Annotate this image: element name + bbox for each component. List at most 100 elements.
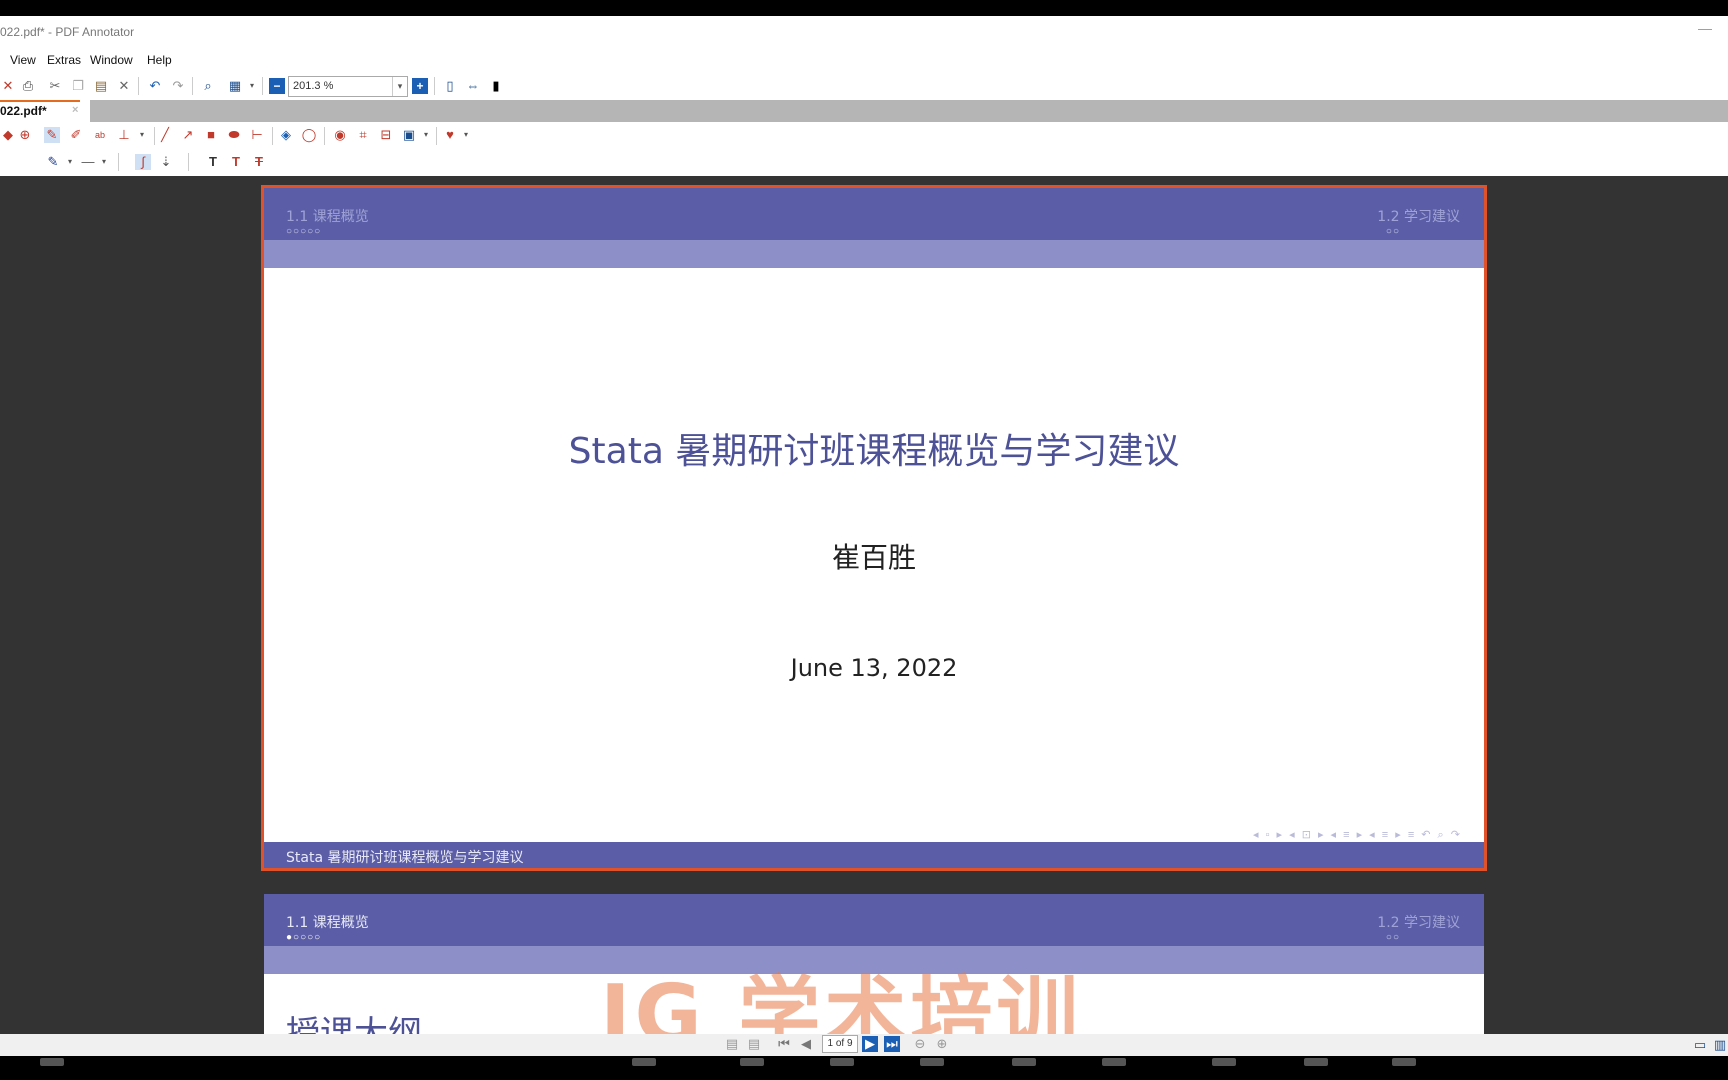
forward-icon[interactable]: ⊕ <box>934 1036 950 1052</box>
taskbar-app-icon[interactable] <box>920 1058 944 1066</box>
fit-page-icon[interactable]: ▯ <box>442 78 458 94</box>
snap-icon[interactable]: ⇣ <box>158 154 174 170</box>
favorites-heart-icon[interactable]: ♥ <box>442 127 458 143</box>
zoom-in-icon[interactable]: + <box>412 78 428 94</box>
document-tab[interactable]: 022.pdf* × <box>0 100 90 122</box>
cut-icon[interactable]: ✂ <box>47 78 63 94</box>
slide-footer: Stata 暑期研讨班课程概览与学习建议 <box>264 842 1484 868</box>
section-right-dots[interactable]: ○○ <box>1386 932 1400 943</box>
paste-icon[interactable]: ▤ <box>93 78 109 94</box>
line-width-icon[interactable]: — <box>80 154 96 170</box>
insert-image-icon[interactable]: ▣ <box>401 127 417 143</box>
pen-icon[interactable]: ✎ <box>44 127 60 143</box>
section-right[interactable]: 1.2 学习建议 <box>1377 912 1460 932</box>
close-icon[interactable]: × <box>72 104 78 116</box>
textbox-icon[interactable]: ab <box>92 127 108 143</box>
fullscreen-icon[interactable]: ▮ <box>488 78 504 94</box>
menu-window[interactable]: Window <box>90 53 133 67</box>
chevron-down-icon[interactable]: ▾ <box>134 127 150 143</box>
line-icon[interactable]: ╱ <box>157 127 173 143</box>
screen-top-bar <box>0 0 1728 16</box>
crop-icon[interactable]: ⌗ <box>355 127 371 143</box>
menu-extras[interactable]: Extras <box>47 53 81 67</box>
highlighter-icon[interactable]: ✐ <box>68 127 84 143</box>
prev-page-icon[interactable]: ◀ <box>798 1036 814 1052</box>
taskbar-app-icon[interactable] <box>740 1058 764 1066</box>
arrow-icon[interactable]: ↗ <box>180 127 196 143</box>
taskbar-app-icon[interactable] <box>40 1058 64 1066</box>
close-doc-icon[interactable]: ✕ <box>0 78 16 94</box>
chevron-down-icon[interactable]: ▾ <box>418 127 434 143</box>
slide-footer-text: Stata 暑期研讨班课程概览与学习建议 <box>286 850 524 866</box>
page-icon[interactable]: ▤ <box>746 1036 762 1052</box>
section-left[interactable]: 1.1 课程概览 <box>286 912 369 932</box>
fit-width-icon[interactable]: ⇔ <box>465 78 481 94</box>
camera-icon[interactable]: ◉ <box>332 127 348 143</box>
menu-view[interactable]: View <box>10 53 36 67</box>
slide-header: 1.1 课程概览 ○○○○○ 1.2 学习建议 ○○ <box>264 188 1484 240</box>
taskbar-app-icon[interactable] <box>830 1058 854 1066</box>
pen-color-icon[interactable]: ✎ <box>45 154 61 170</box>
document-viewport[interactable]: 1.1 课程概览 ○○○○○ 1.2 学习建议 ○○ Stata 暑期研讨班课程… <box>0 176 1728 1034</box>
beamer-navigation-symbols[interactable]: ◂ ▫ ▸ ◂ ⊡ ▸ ◂ ≡ ▸ ◂ ≡ ▸ ≡ ↶ ⌕ ↷ <box>1253 828 1462 842</box>
page-number-field[interactable]: 1 of 9 <box>822 1035 858 1053</box>
document-tab-label: 022.pdf* <box>0 104 47 118</box>
delete-icon[interactable]: ✕ <box>116 78 132 94</box>
section-right-dots[interactable]: ○○ <box>1386 226 1400 237</box>
section-right[interactable]: 1.2 学习建议 <box>1377 206 1460 226</box>
chevron-down-icon[interactable]: ▾ <box>458 127 474 143</box>
slide-page-1[interactable]: 1.1 课程概览 ○○○○○ 1.2 学习建议 ○○ Stata 暑期研讨班课程… <box>261 185 1487 871</box>
copy-icon[interactable]: ❐ <box>70 78 86 94</box>
slide-subheader <box>264 240 1484 268</box>
measure-icon[interactable]: ⊢ <box>249 127 265 143</box>
lasso-icon[interactable]: ◯ <box>301 127 317 143</box>
ellipse-icon[interactable]: ⬬ <box>226 127 242 143</box>
minimize-button[interactable]: — <box>1698 20 1712 36</box>
section-left[interactable]: 1.1 课程概览 <box>286 206 369 226</box>
stamp-icon[interactable]: ⊥ <box>116 127 132 143</box>
title-bar: 022.pdf* - PDF Annotator — <box>0 16 1728 48</box>
chevron-down-icon[interactable]: ▾ <box>62 154 78 170</box>
text-strikeout-icon[interactable]: T <box>251 154 267 170</box>
redo-icon[interactable]: ↷ <box>170 78 186 94</box>
taskbar-app-icon[interactable] <box>1212 1058 1236 1066</box>
section-left-dots[interactable]: ○○○○○ <box>286 226 321 237</box>
print-icon[interactable]: ⎙ <box>20 78 36 94</box>
chevron-down-icon[interactable]: ▾ <box>96 154 112 170</box>
section-left-dots[interactable]: ●○○○○ <box>286 932 321 943</box>
eraser-icon[interactable]: ◆ <box>0 127 16 143</box>
document-tab-strip: 022.pdf* × <box>0 100 1728 122</box>
slide-header: 1.1 课程概览 ●○○○○ 1.2 学习建议 ○○ <box>264 894 1484 946</box>
ruler-icon[interactable]: ⊟ <box>378 127 394 143</box>
slide-date: June 13, 2022 <box>790 654 958 682</box>
taskbar-app-icon[interactable] <box>632 1058 656 1066</box>
menu-help[interactable]: Help <box>147 53 172 67</box>
taskbar-app-icon[interactable] <box>1012 1058 1036 1066</box>
magnifier-icon[interactable]: ⊕ <box>17 127 33 143</box>
back-icon[interactable]: ⊖ <box>912 1036 928 1052</box>
rectangle-icon[interactable]: ■ <box>203 127 219 143</box>
chevron-down-icon[interactable]: ▾ <box>392 77 407 96</box>
main-toolbar: ✕ ⎙ ✂ ❐ ▤ ✕ ↶ ↷ ⌕ ▦ ▾ − 201.3 % ▾ + ▯ ⇔ … <box>0 72 1728 100</box>
first-page-icon[interactable]: ⏮ <box>776 1036 792 1052</box>
slide-title: Stata 暑期研讨班课程概览与学习建议 <box>568 431 1180 472</box>
text-underline-icon[interactable]: T <box>205 154 221 170</box>
zoom-out-icon[interactable]: − <box>269 78 285 94</box>
two-page-view-icon[interactable]: ▥ <box>1712 1037 1728 1053</box>
taskbar-app-icon[interactable] <box>1304 1058 1328 1066</box>
next-page-icon[interactable]: ▶ <box>862 1036 878 1052</box>
freehand-icon[interactable]: ∫ <box>135 154 151 170</box>
last-page-icon[interactable]: ⏭ <box>884 1036 900 1052</box>
chevron-down-icon[interactable]: ▾ <box>244 78 260 94</box>
taskbar-app-icon[interactable] <box>1102 1058 1126 1066</box>
zoom-select[interactable]: 201.3 % ▾ <box>288 76 408 97</box>
find-icon[interactable]: ⌕ <box>200 78 216 94</box>
taskbar-app-icon[interactable] <box>1392 1058 1416 1066</box>
eraser-tool-icon[interactable]: ◈ <box>278 127 294 143</box>
page-icon[interactable]: ▤ <box>724 1036 740 1052</box>
text-squiggly-icon[interactable]: T <box>228 154 244 170</box>
slide-heading: 授课大纲 <box>286 1014 422 1034</box>
single-page-view-icon[interactable]: ▭ <box>1692 1037 1708 1053</box>
page-layout-icon[interactable]: ▦ <box>227 78 243 94</box>
undo-icon[interactable]: ↶ <box>147 78 163 94</box>
